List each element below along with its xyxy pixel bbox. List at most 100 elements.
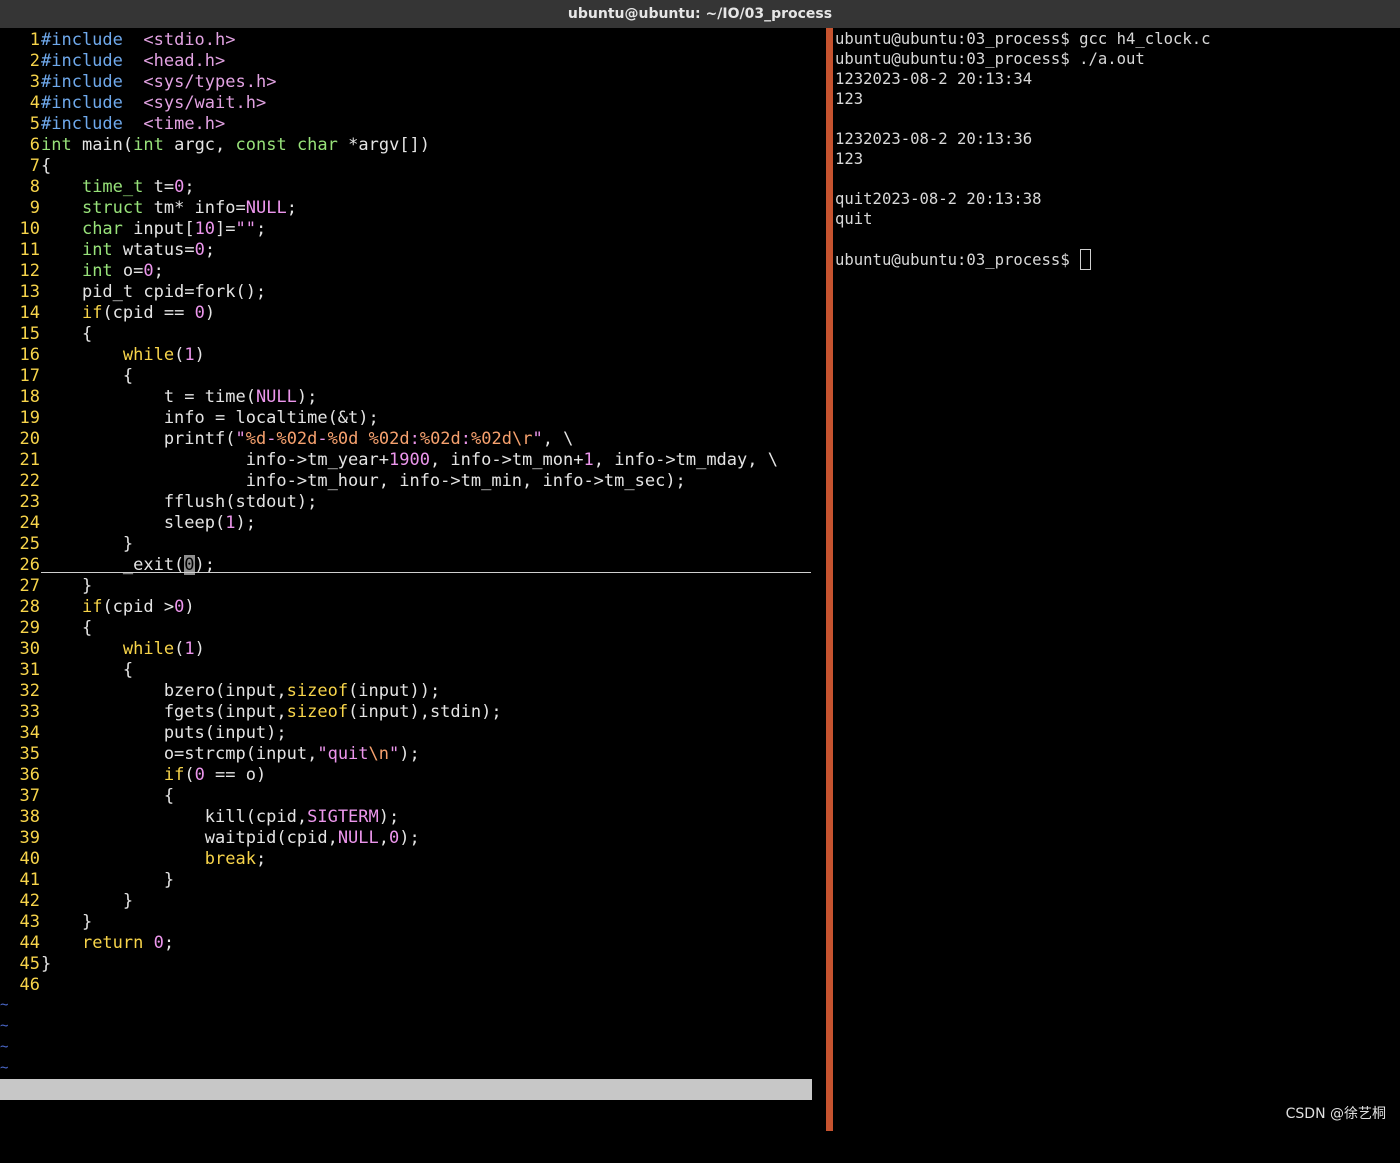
line-number: 25 [19,534,40,554]
code-token: int [133,135,164,155]
code-line[interactable]: 11 int wtatus=0; [0,240,216,261]
code-line[interactable]: 6int main(int argc, const char *argv[]) [0,135,430,156]
terminal-line: 123 [835,89,863,109]
code-token: while [122,345,175,365]
code-line[interactable]: 43 } [0,912,93,933]
code-line[interactable]: 17 { [0,366,134,387]
code-token: t= [143,177,175,197]
code-token: "quit [317,744,369,764]
code-line[interactable]: 34 puts(input); [0,723,287,744]
code-line[interactable]: 25 } [0,534,134,555]
code-line[interactable]: 37 { [0,786,175,807]
line-number: 39 [19,828,40,848]
code-token: main( [71,135,134,155]
code-token: const [235,135,287,155]
code-line[interactable]: 20 printf("%d-%02d-%0d %02d:%02d:%02d\r"… [0,429,574,450]
code-token: ( [174,639,185,659]
code-line[interactable]: 15 { [0,324,93,345]
code-line[interactable]: 27 } [0,576,93,597]
code-line[interactable]: 18 t = time(NULL); [0,387,318,408]
line-number: 46 [19,975,40,995]
code-line[interactable]: 4#include <sys/wait.h> [0,93,266,114]
code-line[interactable]: 40 break; [0,849,267,870]
code-token: , info->tm_mday, \ [593,450,778,470]
code-token: tm* info= [143,198,246,218]
code-token: { [41,618,93,638]
line-number: 28 [19,597,40,617]
code-line[interactable]: 35 o=strcmp(input,"quit\n"); [0,744,420,765]
code-line[interactable]: 8 time_t t=0; [0,177,195,198]
code-line[interactable]: 5#include <time.h> [0,114,226,135]
code-token: 0 [174,597,185,617]
code-line[interactable]: 36 if(0 == o) [0,765,267,786]
code-token: , [378,828,390,848]
terminal-pane[interactable]: ubuntu@ubuntu:03_process$ gcc h4_clock.c… [834,28,1400,1131]
code-line[interactable]: 29 { [0,618,93,639]
line-number: 5 [29,114,40,134]
line-number: 1 [29,30,40,50]
status-filename: h4_clock.c [2,1100,105,1120]
code-line[interactable]: 46 [0,975,41,996]
code-line[interactable]: 44 return 0; [0,933,175,954]
code-line[interactable]: 23 fflush(stdout); [0,492,318,513]
code-line[interactable]: 21 info->tm_year+1900, info->tm_mon+1, i… [0,450,778,471]
code-line[interactable]: 7{ [0,156,52,177]
code-token: break [204,849,256,869]
pane-divider[interactable] [826,28,833,1131]
line-number: 41 [19,870,40,890]
line-number: 43 [19,912,40,932]
code-token: <stdio.h> [143,30,236,50]
status-cursor-position: 26,9-15 [631,1121,703,1141]
code-line[interactable]: 24 sleep(1); [0,513,256,534]
code-line[interactable]: 12 int o=0; [0,261,164,282]
code-line[interactable]: 10 char input[10]=""; [0,219,267,240]
line-number: 34 [19,723,40,743]
code-token: (input)); [348,681,441,701]
terminal-text: ubuntu@ubuntu:03_process$ gcc h4_clock.c [835,30,1211,48]
code-line[interactable]: 31 { [0,660,134,681]
code-line[interactable]: 33 fgets(input,sizeof(input),stdin); [0,702,502,723]
code-line[interactable]: 22 info->tm_hour, info->tm_min, info->tm… [0,471,686,492]
code-token: %02d\r [471,429,533,449]
code-line[interactable]: 28 if(cpid >0) [0,597,195,618]
vim-status-line: h4_clock.c 26,9-15 底端 [0,1079,812,1162]
code-line[interactable]: 45} [0,954,52,975]
code-line[interactable]: 30 while(1) [0,639,205,660]
code-line[interactable]: 13 pid_t cpid=fork(); [0,282,267,303]
vim-editor-pane[interactable]: 1#include <stdio.h> 2#include <head.h> 3#i… [0,28,826,1131]
code-token: { [41,786,175,806]
code-line[interactable]: 14 if(cpid == 0) [0,303,216,324]
code-line[interactable]: 2#include <head.h> [0,51,226,72]
code-line[interactable]: 39 waitpid(cpid,NULL,0); [0,828,420,849]
window-title: ubuntu@ubuntu: ~/IO/03_process [0,0,1400,28]
code-token: *argv[]) [337,135,431,155]
line-number: 45 [19,954,40,974]
code-line[interactable]: 42 } [0,891,134,912]
code-token: puts(input); [41,723,287,743]
code-token: { [41,660,134,680]
code-token: 0 [143,261,154,281]
code-token: info = localtime(&t); [41,408,379,428]
code-line[interactable]: 38 kill(cpid,SIGTERM); [0,807,400,828]
code-token: , \ [542,429,574,449]
line-number: 38 [19,807,40,827]
code-line[interactable]: 16 while(1) [0,345,205,366]
code-token: (input),stdin); [348,702,502,722]
code-token: { [41,324,93,344]
code-line[interactable]: 32 bzero(input,sizeof(input)); [0,681,441,702]
line-number: 16 [19,345,40,365]
empty-buffer-tilde: ~ [0,1039,9,1055]
code-token: t = time( [41,387,256,407]
code-line[interactable]: 19 info = localtime(&t); [0,408,379,429]
code-line[interactable]: 9 struct tm* info=NULL; [0,198,297,219]
code-line[interactable]: 1#include <stdio.h> [0,30,236,51]
code-line[interactable]: 41 } [0,870,175,891]
code-token: #include [41,114,123,134]
code-line[interactable]: 3#include <sys/types.h> [0,72,277,93]
